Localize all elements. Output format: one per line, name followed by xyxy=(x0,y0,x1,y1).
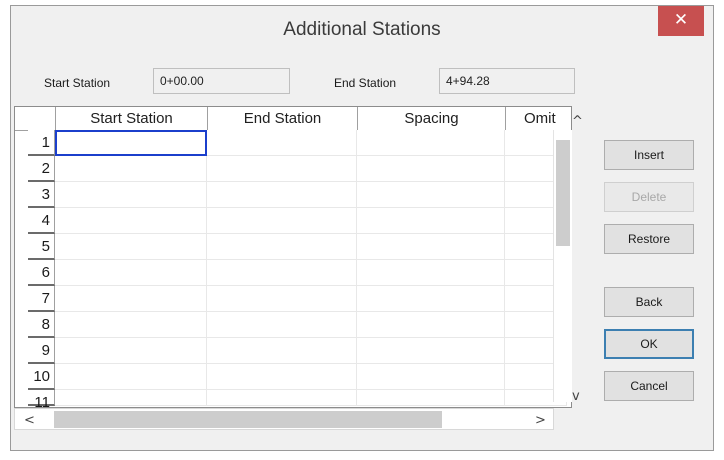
scroll-down-icon[interactable]: v xyxy=(572,389,580,404)
row-header[interactable]: 5 xyxy=(28,234,55,260)
spacing-cell[interactable] xyxy=(357,286,505,312)
start-station-cell[interactable] xyxy=(55,312,207,338)
row-header[interactable]: 8 xyxy=(28,312,55,338)
row-header[interactable]: 10 xyxy=(28,364,55,390)
column-header-spacing[interactable]: Spacing xyxy=(358,107,506,131)
row-header[interactable]: 2 xyxy=(28,156,55,182)
start-station-cell[interactable] xyxy=(55,260,207,286)
end-station-cell[interactable] xyxy=(207,312,357,338)
start-station-cell[interactable] xyxy=(55,338,207,364)
row-header[interactable]: 6 xyxy=(28,260,55,286)
end-station-cell[interactable] xyxy=(207,390,357,406)
column-header-end-station[interactable]: End Station xyxy=(208,107,358,131)
scroll-up-icon[interactable]: ^ xyxy=(572,114,583,129)
start-station-cell[interactable] xyxy=(55,286,207,312)
spacing-cell[interactable] xyxy=(357,208,505,234)
scroll-right-icon[interactable]: > xyxy=(535,413,546,428)
spacing-cell[interactable] xyxy=(357,130,505,156)
spacing-cell[interactable] xyxy=(357,364,505,390)
dialog-title: Additional Stations xyxy=(283,19,441,40)
end-station-cell[interactable] xyxy=(207,208,357,234)
end-station-label: End Station xyxy=(334,76,397,90)
start-station-cell[interactable] xyxy=(55,364,207,390)
end-station-cell[interactable] xyxy=(207,130,357,156)
row-header[interactable]: 11 xyxy=(28,390,55,411)
spacing-cell[interactable] xyxy=(357,260,505,286)
back-button[interactable]: Back xyxy=(604,287,694,317)
close-button[interactable]: ✕ xyxy=(658,6,704,36)
end-station-cell[interactable] xyxy=(207,234,357,260)
title-bar: Additional Stations ✕ xyxy=(11,6,713,56)
start-station-cell[interactable] xyxy=(55,130,207,156)
start-station-cell[interactable] xyxy=(55,182,207,208)
spacing-cell[interactable] xyxy=(357,156,505,182)
delete-button[interactable]: Delete xyxy=(604,182,694,212)
spacing-cell[interactable] xyxy=(357,338,505,364)
end-station-field: 4+94.28 xyxy=(439,68,575,94)
row-header[interactable]: 9 xyxy=(28,338,55,364)
grid-corner xyxy=(15,107,56,131)
cancel-button[interactable]: Cancel xyxy=(604,371,694,401)
column-header-omit[interactable]: Omit xyxy=(506,107,571,131)
row-header[interactable]: 4 xyxy=(28,208,55,234)
end-station-cell[interactable] xyxy=(207,182,357,208)
scroll-left-icon[interactable]: < xyxy=(24,413,35,428)
spacing-cell[interactable] xyxy=(357,182,505,208)
vertical-scroll-thumb[interactable] xyxy=(556,140,570,246)
start-station-field: 0+00.00 xyxy=(153,68,290,94)
spacing-cell[interactable] xyxy=(357,234,505,260)
end-station-cell[interactable] xyxy=(207,156,357,182)
end-station-cell[interactable] xyxy=(207,364,357,390)
ok-button[interactable]: OK xyxy=(604,329,694,359)
close-icon: ✕ xyxy=(673,10,689,30)
end-station-cell[interactable] xyxy=(207,338,357,364)
start-station-label: Start Station xyxy=(44,76,111,90)
row-header[interactable]: 1 xyxy=(28,130,55,156)
start-station-cell[interactable] xyxy=(55,208,207,234)
row-header[interactable]: 3 xyxy=(28,182,55,208)
start-station-cell[interactable] xyxy=(55,156,207,182)
spacing-cell[interactable] xyxy=(357,312,505,338)
end-station-cell[interactable] xyxy=(207,260,357,286)
end-station-cell[interactable] xyxy=(207,286,357,312)
horizontal-scroll-thumb[interactable] xyxy=(54,411,442,428)
spacing-cell[interactable] xyxy=(357,390,505,406)
row-header[interactable]: 7 xyxy=(28,286,55,312)
start-station-cell[interactable] xyxy=(55,234,207,260)
insert-button[interactable]: Insert xyxy=(604,140,694,170)
restore-button[interactable]: Restore xyxy=(604,224,694,254)
start-station-cell[interactable] xyxy=(55,390,207,406)
column-header-start-station[interactable]: Start Station xyxy=(56,107,208,131)
